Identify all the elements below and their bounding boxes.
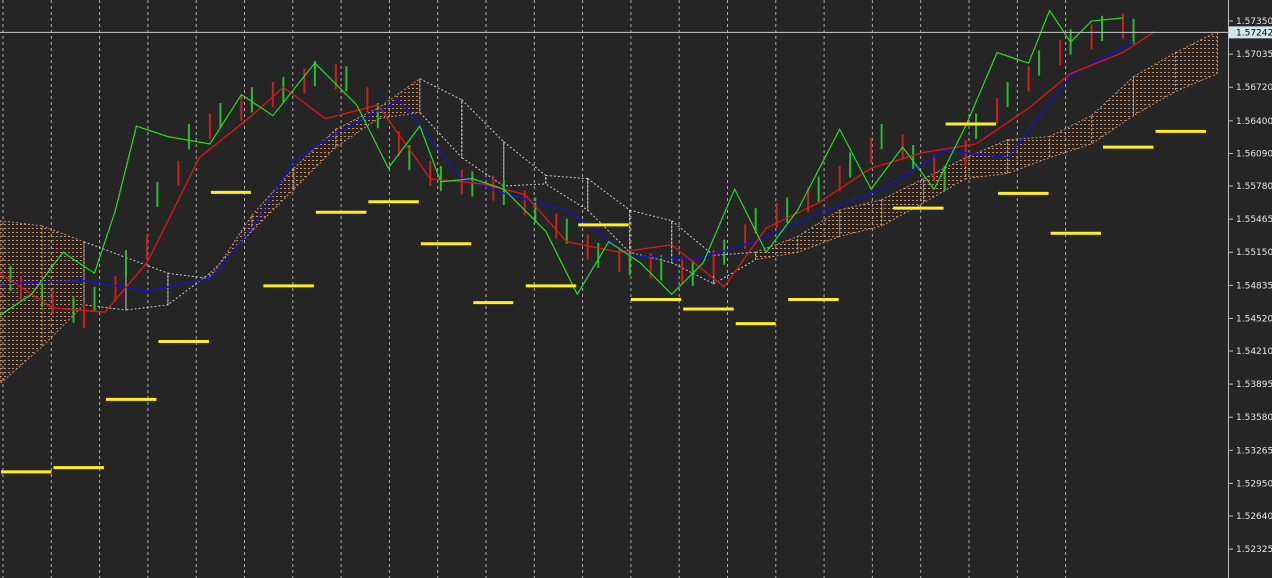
price-axis-tick-label: 1.52950: [1236, 479, 1272, 489]
chart-canvas[interactable]: 1.57350 1.57035 1.56720 1.56400 1.56090 1.557…: [0, 0, 1272, 578]
price-axis: 1.57350 1.57035 1.56720 1.56400 1.56090 1.557…: [1228, 0, 1272, 578]
price-axis-tick-label: 1.56090: [1236, 149, 1272, 159]
price-axis-tick-label: 1.57350: [1236, 17, 1272, 27]
price-axis-tick-label: 1.57035: [1236, 50, 1272, 60]
price-axis-tick-label: 1.54520: [1236, 314, 1272, 324]
ichimoku-price-chart[interactable]: 1.57350 1.57035 1.56720 1.56400 1.56090 1.557…: [0, 0, 1272, 578]
price-axis-tick-label: 1.56720: [1236, 83, 1272, 93]
price-axis-tick-label: 1.52640: [1236, 512, 1272, 522]
price-axis-tick-label: 1.55150: [1236, 248, 1272, 258]
price-axis-tick-label: 1.53895: [1236, 380, 1272, 390]
price-axis-tick-label: 1.53580: [1236, 413, 1272, 423]
price-axis-tick-label: 1.54210: [1236, 347, 1272, 357]
price-axis-tick-label: 1.55780: [1236, 182, 1272, 192]
current-price-label: 1.57242: [1236, 28, 1272, 38]
price-axis-tick-label: 1.54835: [1236, 281, 1272, 291]
price-axis-tick-label: 1.53265: [1236, 446, 1272, 456]
price-axis-tick-label: 1.52325: [1236, 545, 1272, 555]
price-axis-tick-label: 1.55465: [1236, 215, 1272, 225]
price-axis-tick-label: 1.56400: [1236, 117, 1272, 127]
chart-background: [0, 0, 1272, 578]
